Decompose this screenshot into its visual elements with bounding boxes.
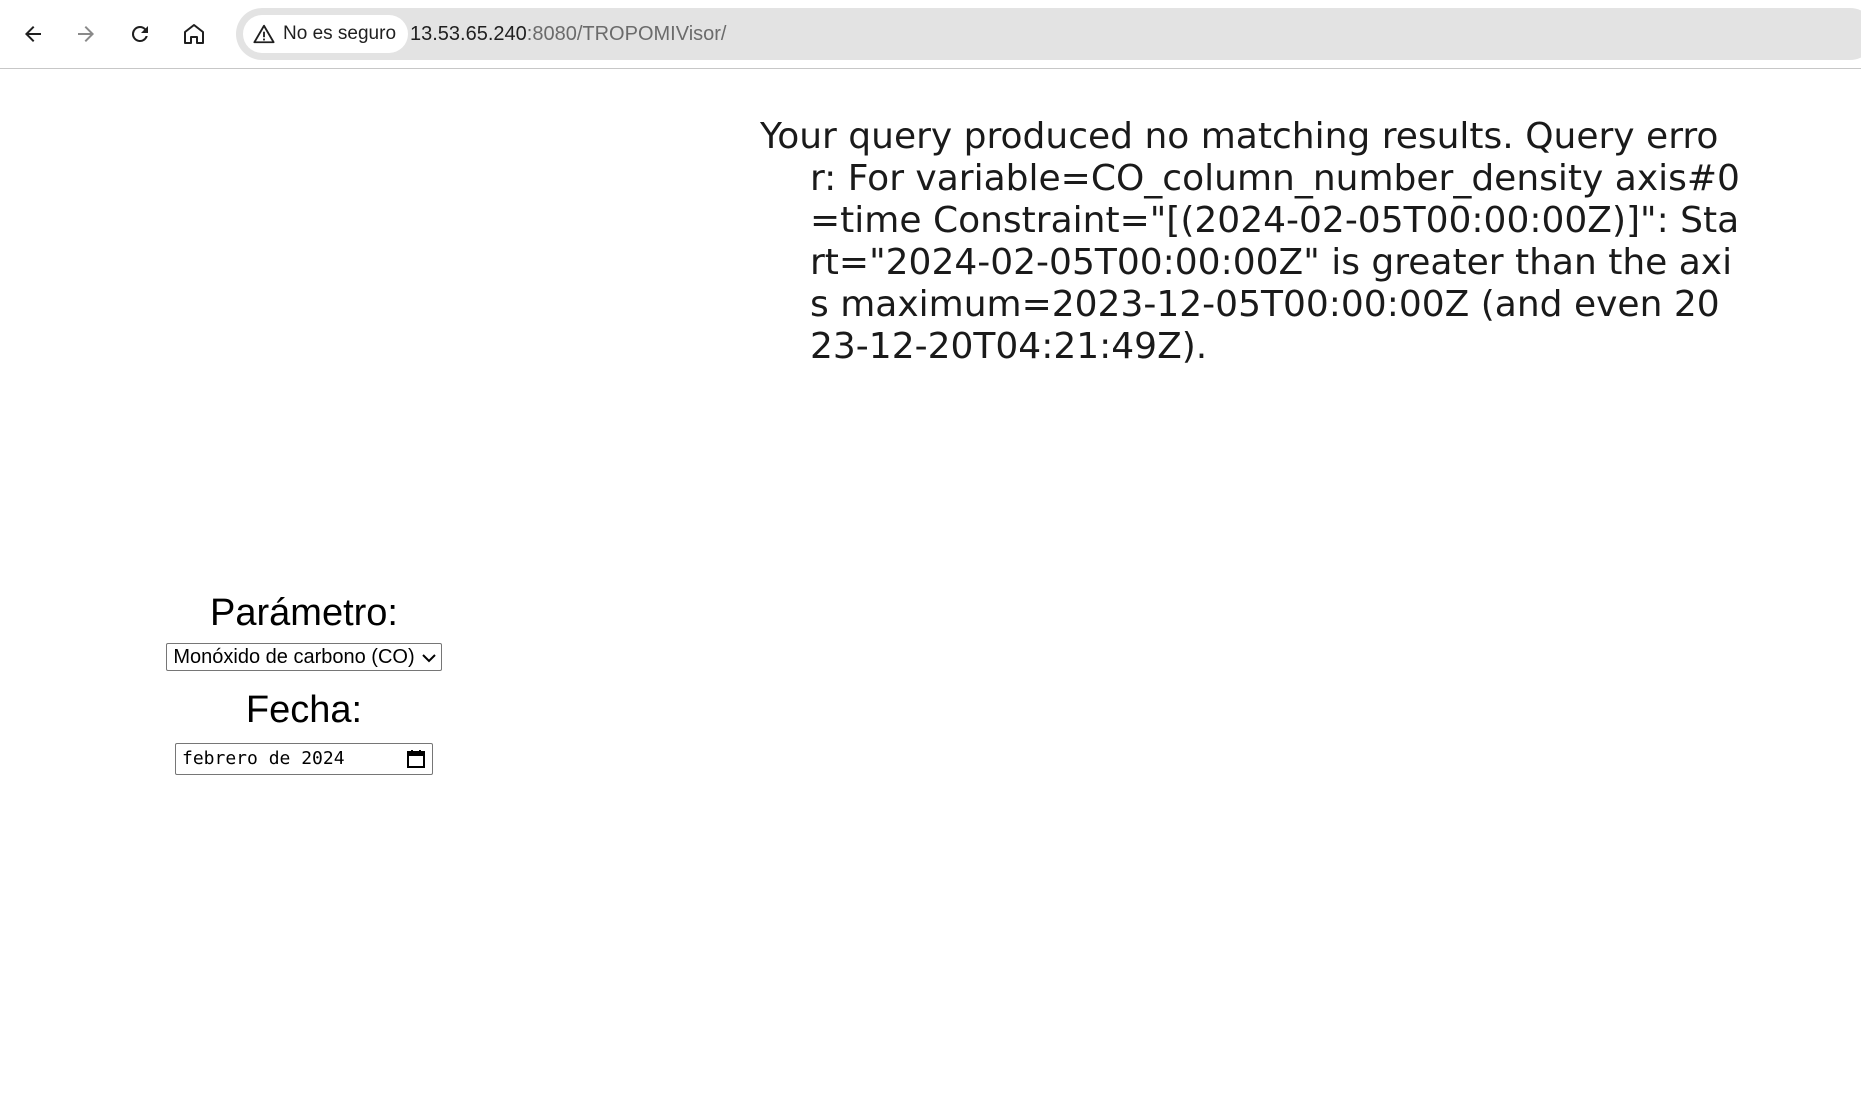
security-chip[interactable]: No es seguro — [243, 15, 409, 53]
security-label: No es seguro — [283, 23, 397, 44]
fecha-input[interactable]: febrero de 2024 — [175, 743, 433, 775]
home-icon — [184, 24, 204, 44]
url-text[interactable]: 13.53.65.240:8080/TROPOMIVisor/ — [410, 8, 726, 60]
back-button[interactable] — [14, 15, 52, 53]
reload-icon — [131, 25, 148, 42]
calendar-icon[interactable] — [406, 749, 426, 769]
forward-button[interactable] — [67, 15, 105, 53]
back-icon — [25, 26, 41, 42]
reload-button[interactable] — [121, 15, 159, 53]
parametro-value: Monóxido de carbono (CO) — [173, 646, 415, 668]
browser-toolbar: No es seguro 13.53.65.240:8080/TROPOMIVi… — [0, 0, 1861, 69]
chevron-down-icon — [421, 654, 436, 663]
parametro-select[interactable]: Monóxido de carbono (CO) — [166, 643, 442, 671]
query-error-message: Your query produced no matching results.… — [760, 116, 1740, 367]
forward-icon — [78, 26, 94, 42]
warning-icon — [253, 24, 275, 44]
map-image-area: Your query produced no matching results.… — [760, 116, 1740, 386]
home-button[interactable] — [175, 15, 213, 53]
url-path: :8080/TROPOMIVisor/ — [526, 23, 727, 45]
fecha-label: Fecha: — [245, 689, 363, 731]
fecha-value: febrero de 2024 — [182, 748, 345, 769]
url-host: 13.53.65.240 — [410, 23, 527, 45]
parametro-label: Parámetro: — [210, 592, 398, 634]
address-bar[interactable]: No es seguro 13.53.65.240:8080/TROPOMIVi… — [236, 8, 1861, 60]
controls-panel: Parámetro: Monóxido de carbono (CO) Fech… — [150, 588, 458, 780]
